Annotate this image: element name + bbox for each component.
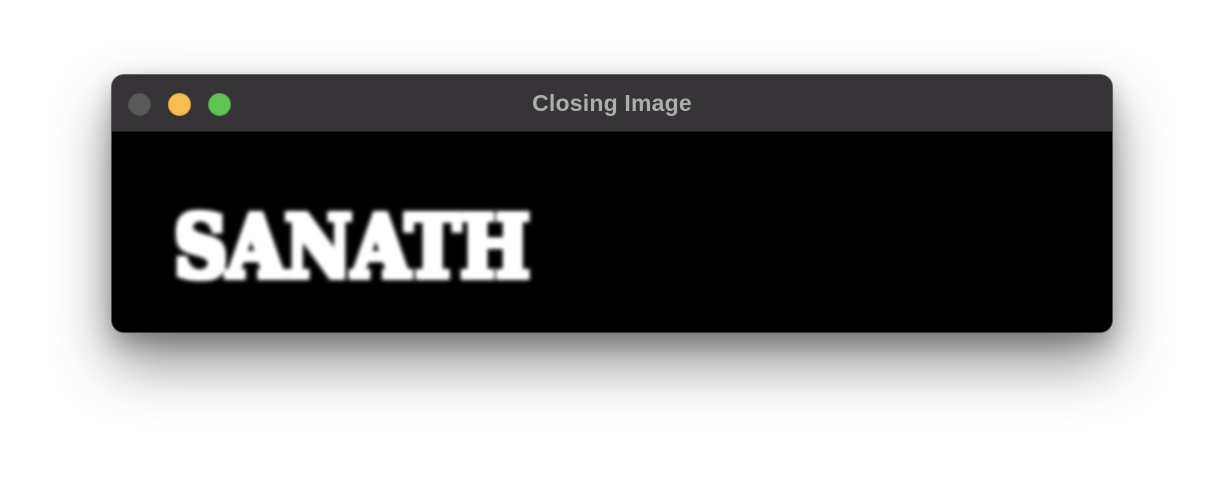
image-text: SANATH [174, 197, 530, 298]
title-bar[interactable]: Closing Image [112, 75, 1112, 132]
window-title: Closing Image [532, 90, 692, 116]
image-canvas: SANATH SANATH [112, 132, 1112, 332]
closing-image-render: SANATH SANATH [174, 197, 530, 298]
image-window: Closing Image SANATH SANATH [112, 75, 1112, 332]
